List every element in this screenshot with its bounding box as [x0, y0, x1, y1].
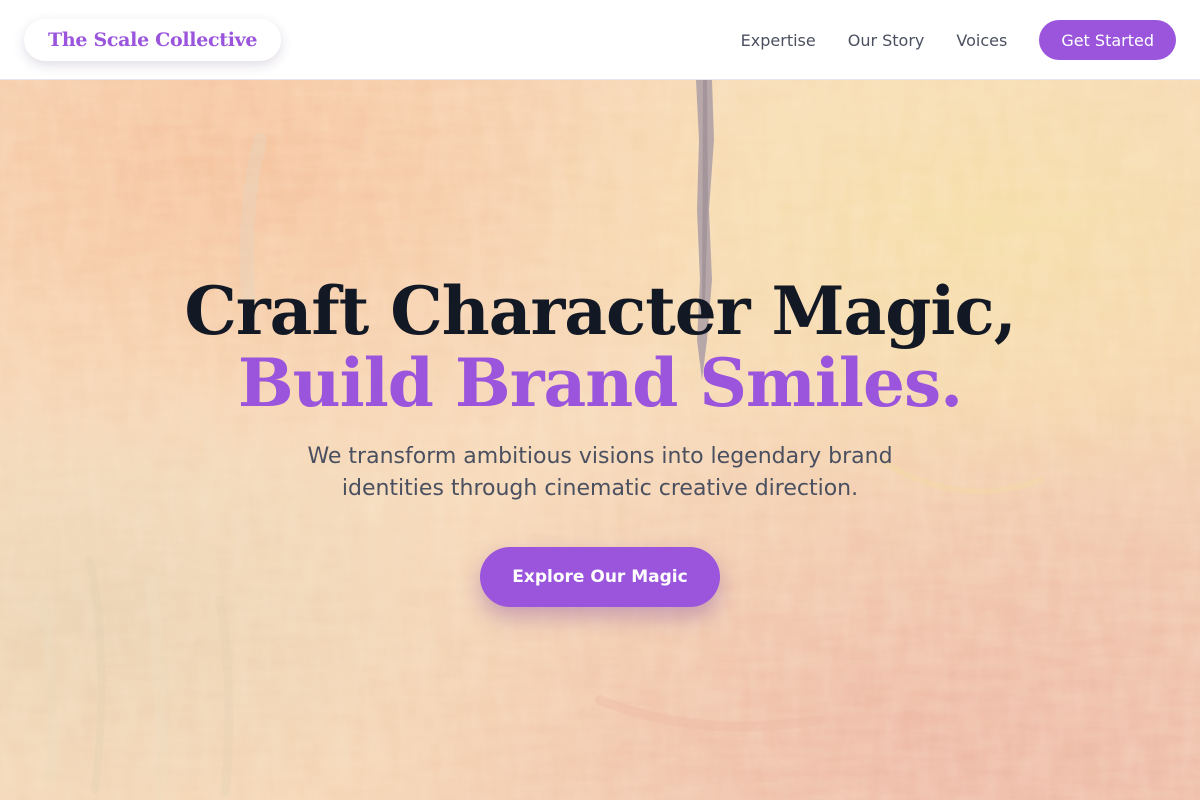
site-header: The Scale Collective Expertise Our Story… [0, 0, 1200, 80]
brand-name: The Scale Collective [48, 29, 258, 51]
hero-section: Craft Character Magic, Build Brand Smile… [0, 80, 1200, 800]
get-started-button[interactable]: Get Started [1039, 20, 1176, 60]
explore-our-magic-button[interactable]: Explore Our Magic [480, 547, 720, 607]
brand-logo[interactable]: The Scale Collective [24, 19, 282, 61]
hero-content: Craft Character Magic, Build Brand Smile… [0, 275, 1200, 607]
hero-headline-line-2: Build Brand Smiles. [237, 344, 963, 422]
hero-subtitle: We transform ambitious visions into lege… [307, 444, 893, 501]
hero-headline-line-1: Craft Character Magic, [184, 272, 1016, 350]
nav-link-voices[interactable]: Voices [956, 31, 1007, 50]
nav-link-expertise[interactable]: Expertise [741, 31, 816, 50]
main-nav: Expertise Our Story Voices Get Started [741, 20, 1176, 60]
nav-link-our-story[interactable]: Our Story [848, 31, 925, 50]
